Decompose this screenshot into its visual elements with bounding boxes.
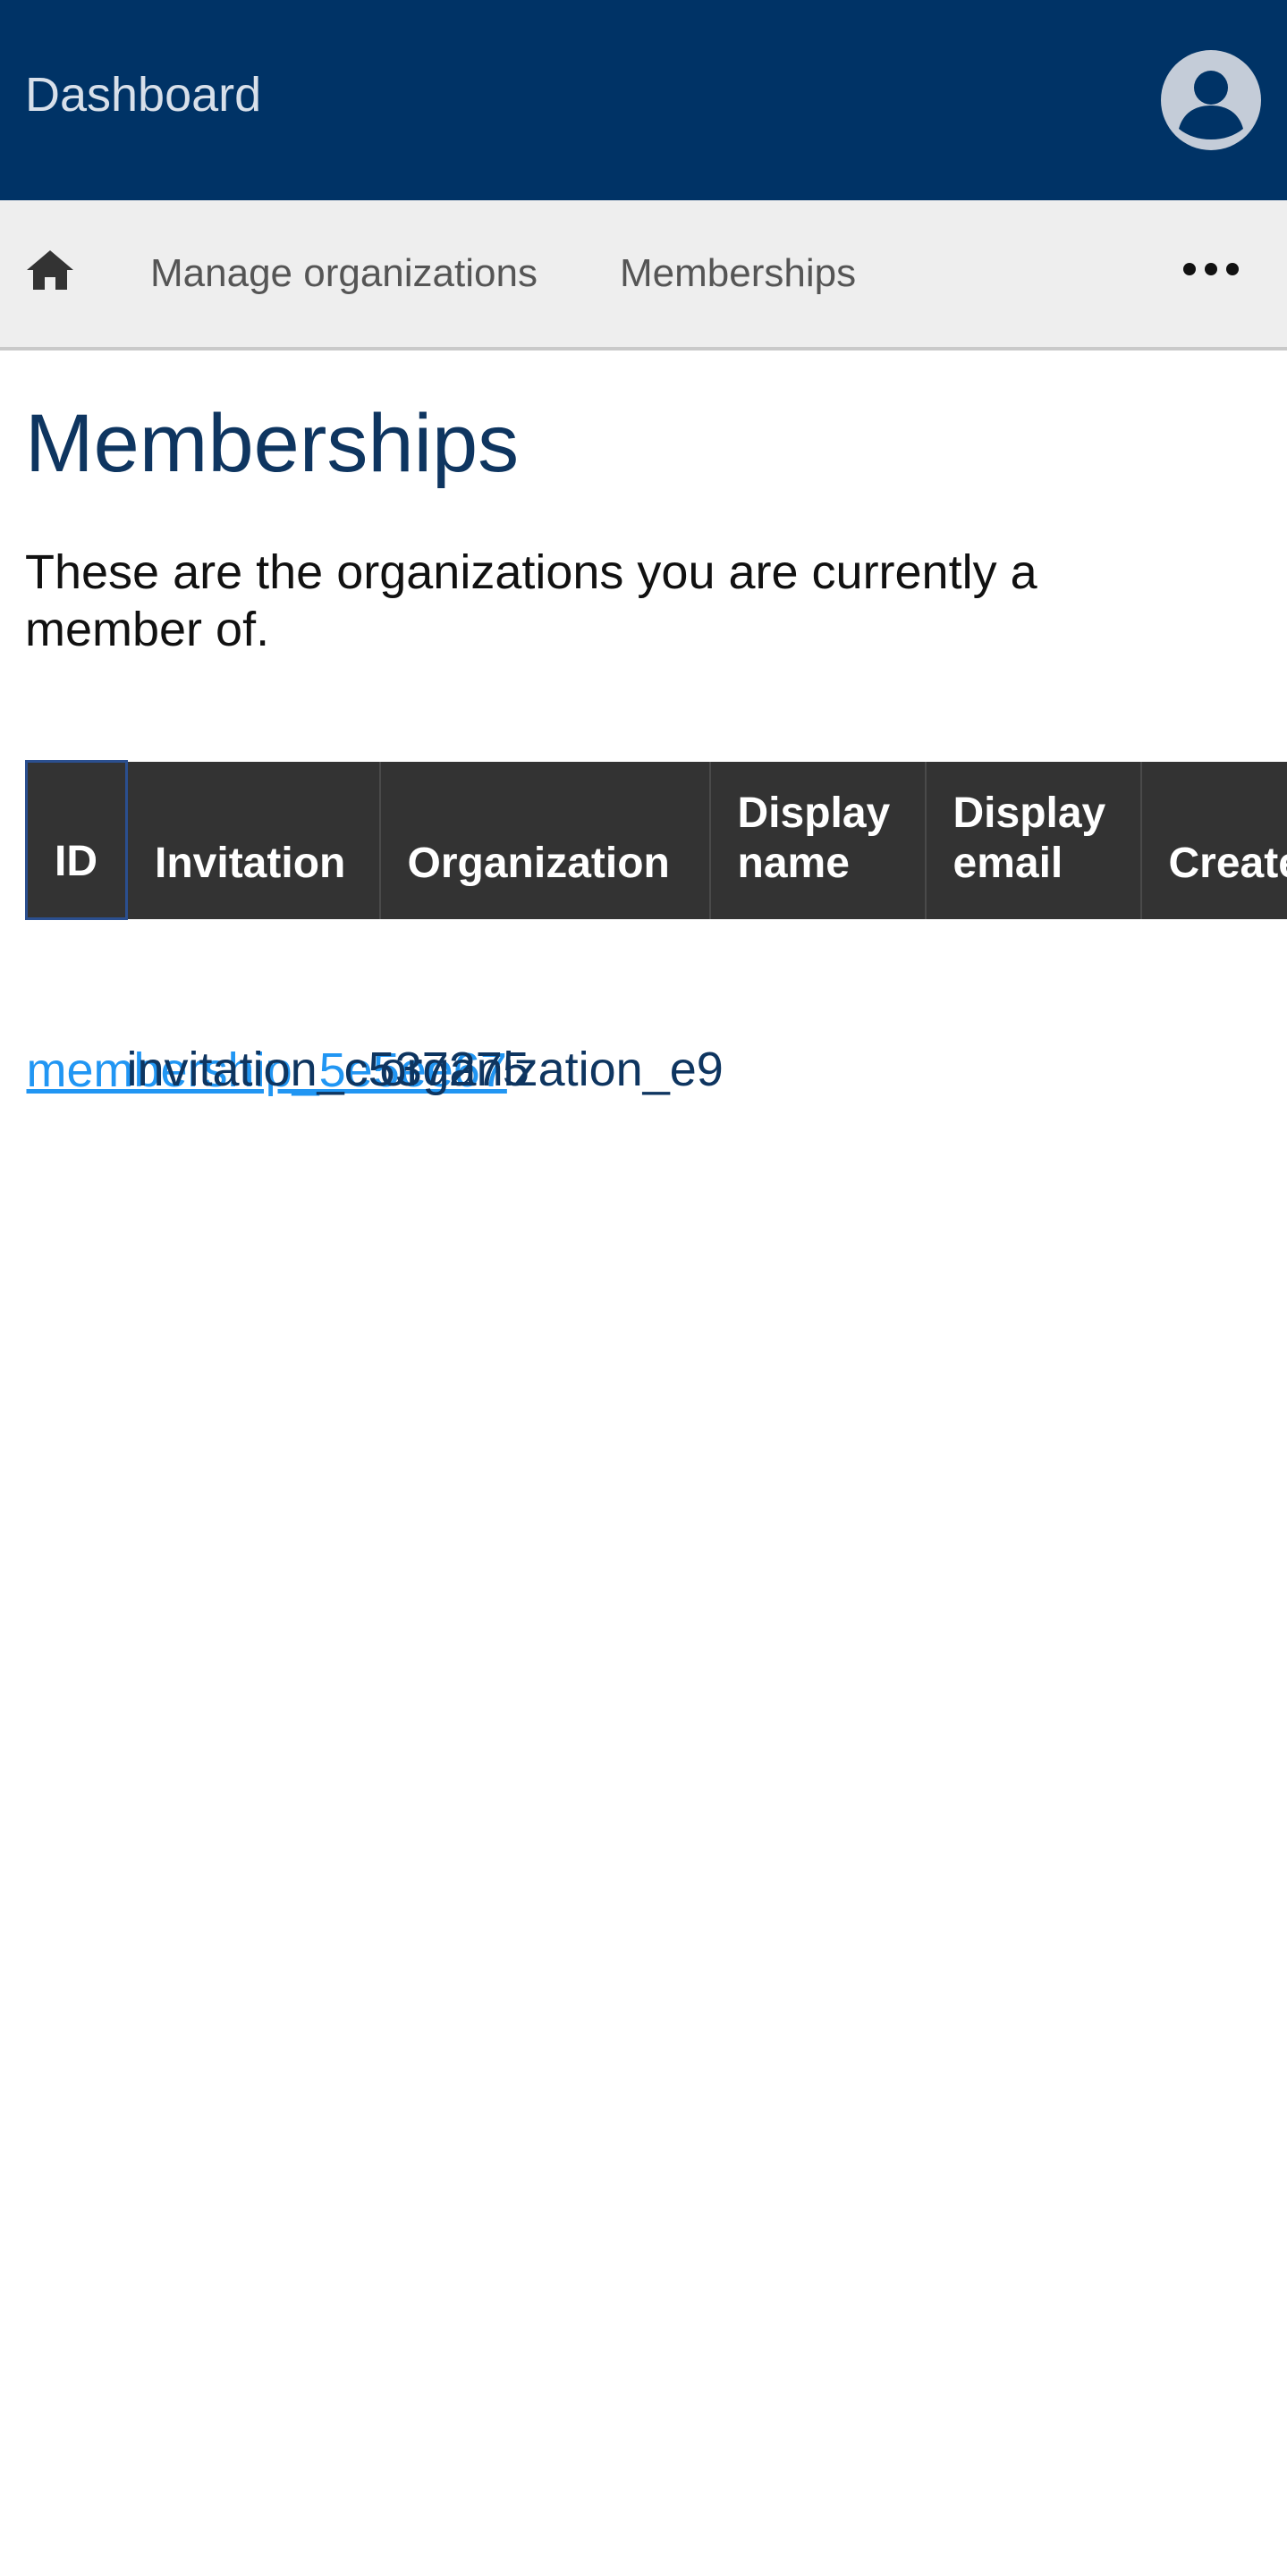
home-icon[interactable] <box>25 245 75 295</box>
column-header-display-email[interactable]: Display email <box>924 761 1141 919</box>
cell-display-name <box>710 919 926 1100</box>
top-bar: Dashboard <box>0 0 1287 200</box>
cell-organization: organization_e9 <box>379 1042 724 1096</box>
table-row: membership_5e5ee67 invitation_c537275 or… <box>27 919 1287 1100</box>
page-title: Memberships <box>25 398 520 489</box>
navigation-bar: Manage organizations Memberships <box>0 200 1287 351</box>
column-header-created[interactable]: Created <box>1139 761 1287 919</box>
column-header-invitation[interactable]: Invitation <box>125 761 380 919</box>
nav-item-manage-organizations[interactable]: Manage organizations <box>150 250 538 297</box>
memberships-table-container[interactable]: ID Invitation Organization Display name … <box>25 760 1287 1118</box>
more-horizontal-icon[interactable] <box>1182 256 1240 283</box>
cell-created <box>1141 919 1287 1100</box>
cell-id: membership_5e5ee67 <box>27 919 507 1100</box>
memberships-table: ID Invitation Organization Display name … <box>25 760 1287 1099</box>
column-header-id[interactable]: ID <box>25 760 128 920</box>
column-header-display-name[interactable]: Display name <box>708 761 926 919</box>
cell-display-email <box>926 919 1141 1100</box>
intro-text: These are the organizations you are curr… <box>25 545 1037 656</box>
column-header-organization[interactable]: Organization <box>378 761 710 919</box>
table-header-row: ID Invitation Organization Display name … <box>25 760 1287 920</box>
cell-invitation: invitation_c537275 <box>126 1042 529 1096</box>
nav-item-memberships[interactable]: Memberships <box>620 250 856 297</box>
dashboard-title-link[interactable]: Dashboard <box>25 66 261 123</box>
user-avatar-icon[interactable] <box>1161 50 1261 150</box>
